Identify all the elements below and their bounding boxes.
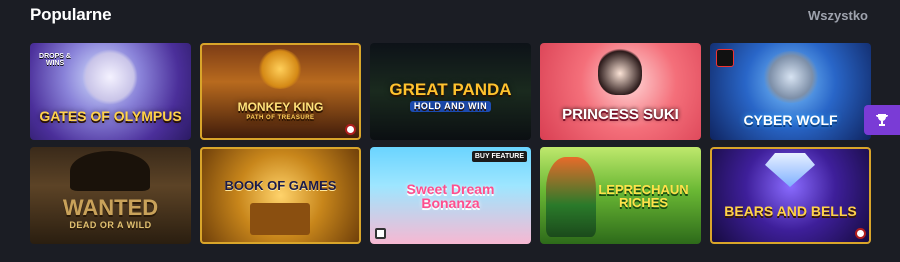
- diamond-figure: [765, 153, 815, 187]
- game-tile-book-of-games[interactable]: BOOK of GAMES: [200, 147, 361, 244]
- game-tile-princess-suki[interactable]: PRINCESS SUKI: [540, 43, 701, 140]
- game-subtitle: PATH OF TREASURE: [246, 114, 315, 121]
- monkey-figure: [258, 49, 302, 89]
- game-title: LEPRECHAUN RICHES: [598, 181, 689, 210]
- section-title: Popularne: [30, 5, 112, 24]
- provider-logo-icon: [716, 49, 734, 67]
- game-title: CYBER WOLF: [743, 111, 838, 128]
- game-tile-leprechaun-riches[interactable]: LEPRECHAUN RICHES: [540, 147, 701, 244]
- game-tile-monkey-king[interactable]: MONKEY KING PATH OF TREASURE: [200, 43, 361, 140]
- game-tile-bears-and-bells[interactable]: BEARS and BELLS: [710, 147, 871, 244]
- game-title: Sweet Dream Bonanza: [406, 180, 495, 211]
- game-title: BEARS and BELLS: [724, 202, 857, 219]
- buy-feature-badge: BUY FEATURE: [471, 151, 527, 162]
- book-figure: [250, 203, 310, 235]
- game-tile-gates-of-olympus[interactable]: DROPS & WINS GATES of OLYMPUS: [30, 43, 191, 140]
- games-grid: DROPS & WINS GATES of OLYMPUS MONKEY KIN…: [30, 43, 871, 244]
- drops-wins-badge: DROPS & WINS: [39, 53, 71, 67]
- princess-figure: [598, 47, 642, 95]
- tournaments-tab[interactable]: [864, 105, 900, 135]
- game-subtitle: DEAD OR A WILD: [69, 220, 152, 230]
- game-tile-sweet-dream-bonanza[interactable]: BUY FEATURE Sweet Dream Bonanza: [370, 147, 531, 244]
- zeus-figure: [82, 49, 138, 105]
- provider-chip-icon: [855, 228, 866, 239]
- game-tile-great-panda[interactable]: GREAT PANDA HOLD AND WIN: [370, 43, 531, 140]
- game-tile-wanted[interactable]: WANTED DEAD OR A WILD: [30, 147, 191, 244]
- wolf-figure: [762, 51, 820, 103]
- game-title: MONKEY KING: [237, 99, 324, 114]
- game-tile-cyber-wolf[interactable]: CYBER WOLF: [710, 43, 871, 140]
- section-header: Popularne Wszystko: [30, 4, 868, 26]
- game-title: PRINCESS SUKI: [562, 106, 679, 123]
- game-title: WANTED: [62, 195, 159, 220]
- see-all-link[interactable]: Wszystko: [808, 8, 868, 23]
- game-subtitle: HOLD AND WIN: [409, 101, 492, 112]
- game-title: BOOK of GAMES: [224, 178, 337, 193]
- provider-chip-icon: [345, 124, 356, 135]
- game-title: GATES of OLYMPUS: [39, 107, 182, 124]
- trophy-icon: [876, 114, 888, 126]
- cowboy-figure: [70, 151, 150, 191]
- provider-chip-icon: [375, 228, 386, 239]
- game-title: GREAT PANDA: [389, 80, 512, 99]
